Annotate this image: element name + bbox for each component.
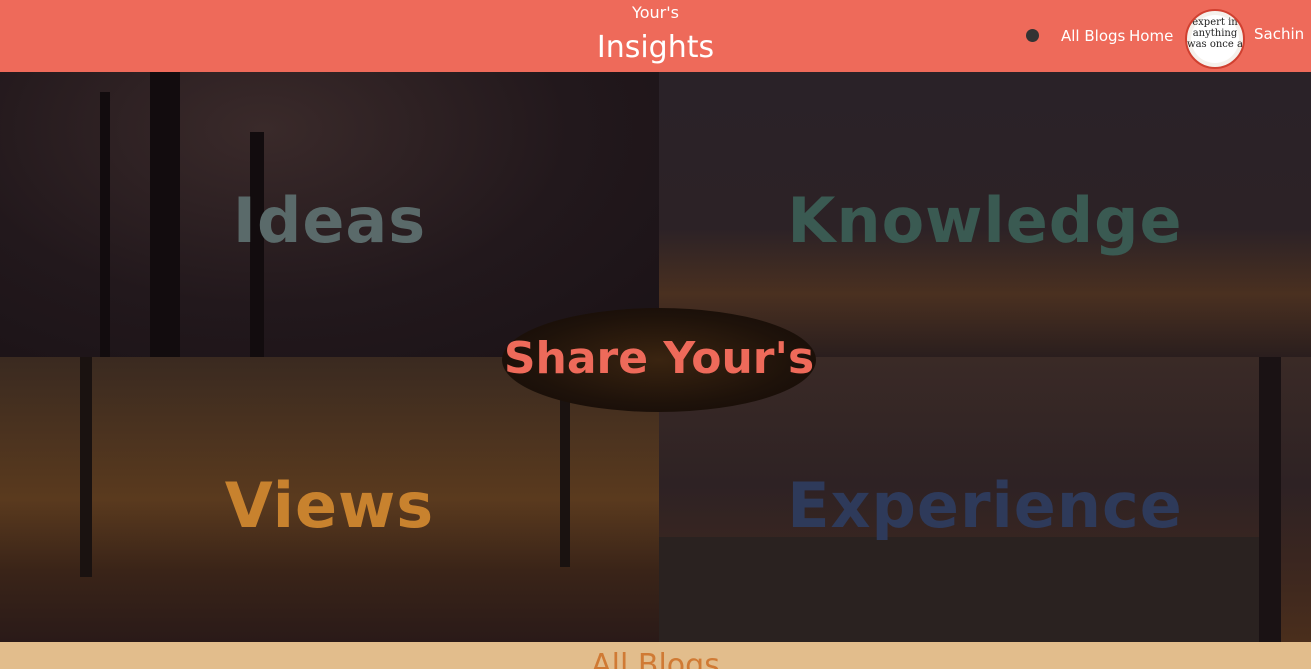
avatar-caption: expert in anything was once a (1187, 17, 1243, 50)
theme-toggle-dot-icon[interactable] (1026, 29, 1039, 42)
panel-title-experience: Experience (787, 469, 1183, 542)
panel-title-views: Views (224, 469, 435, 542)
brand-subtitle: Your's (632, 3, 679, 22)
knowledge-panel[interactable]: Knowledge (659, 72, 1311, 357)
user-avatar[interactable]: expert in anything was once a (1185, 9, 1245, 69)
top-navbar: Your's Insights All Blogs Home expert in… (0, 0, 1311, 72)
ideas-panel[interactable]: Ideas (0, 72, 659, 357)
nav-home-link[interactable]: Home (1129, 27, 1173, 45)
nav-all-blogs-link[interactable]: All Blogs (1061, 27, 1125, 45)
panel-title-knowledge: Knowledge (787, 184, 1183, 257)
all-blogs-heading: All Blogs (591, 648, 720, 669)
username-label[interactable]: Sachin (1254, 25, 1304, 43)
share-yours-label[interactable]: Share Your's (502, 333, 816, 384)
panel-title-ideas: Ideas (232, 184, 427, 257)
all-blogs-section: All Blogs (0, 642, 1311, 669)
